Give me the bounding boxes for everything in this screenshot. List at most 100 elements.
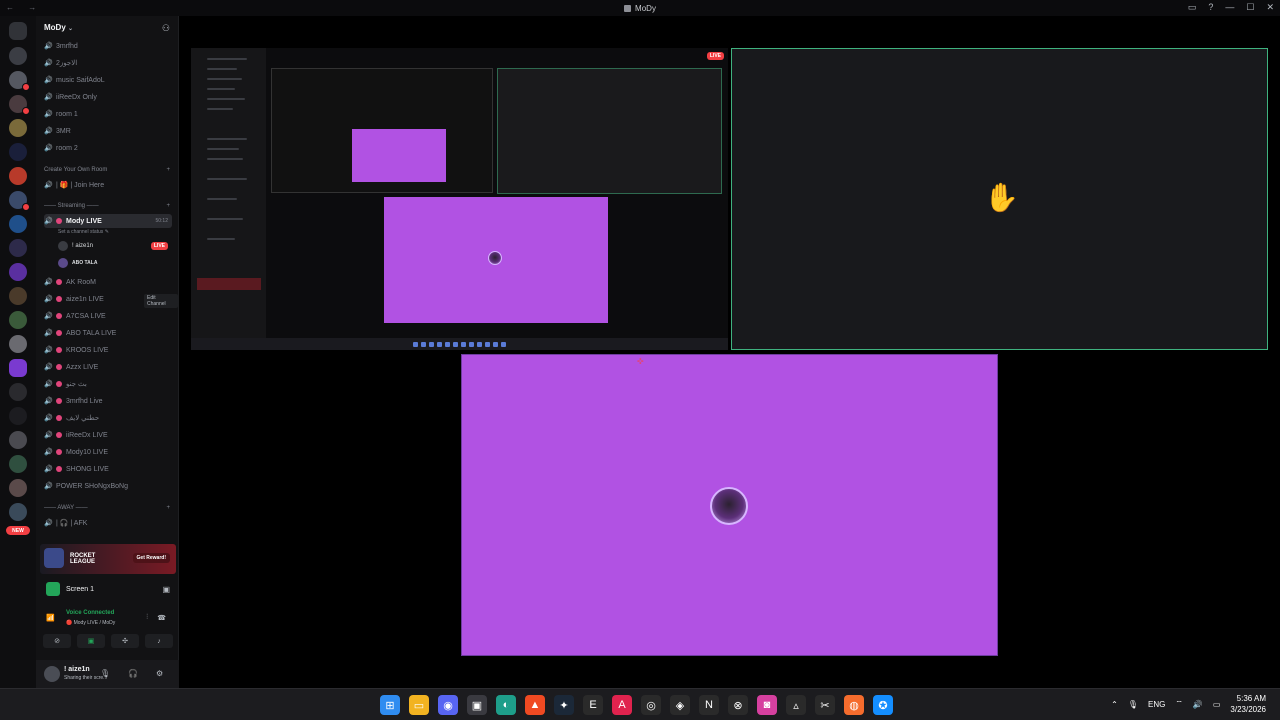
volume-icon[interactable]: 🔊: [1193, 700, 1203, 709]
voice-channel[interactable]: 🔊 iiReeDx LIVE: [44, 428, 172, 442]
disconnect-icon[interactable]: ☎: [157, 614, 166, 622]
adobe-app-icon[interactable]: A: [612, 695, 632, 715]
server-icon[interactable]: [9, 311, 27, 329]
server-icon[interactable]: [9, 503, 27, 521]
signal-icon[interactable]: 📶: [46, 614, 55, 622]
origin-icon[interactable]: ◍: [844, 695, 864, 715]
voice-channel[interactable]: 🔊 POWER SHoNgxBoNg: [44, 479, 172, 493]
notion-icon[interactable]: N: [699, 695, 719, 715]
add-channel-icon[interactable]: +: [166, 203, 170, 209]
discord-home-icon[interactable]: [9, 22, 27, 40]
invite-people-icon[interactable]: ⚇: [162, 23, 170, 34]
voice-channel[interactable]: 🔊 KROOS LIVE: [44, 343, 172, 357]
voice-channel[interactable]: 🔊 iiReeDx Only: [44, 90, 172, 104]
server-icon[interactable]: [9, 47, 27, 65]
screen-share-button[interactable]: ▣: [77, 634, 105, 648]
server-icon[interactable]: [9, 359, 27, 377]
nav-arrows[interactable]: ← →: [6, 3, 42, 12]
voice-channel[interactable]: 🔊 room 2: [44, 141, 172, 155]
participant-tile[interactable]: ✜: [461, 354, 998, 656]
add-channel-icon[interactable]: +: [166, 505, 170, 511]
wifi-icon[interactable]: ⌔: [1175, 699, 1183, 709]
voice-channel[interactable]: 🔊 بث جنو: [44, 377, 172, 391]
obs-icon[interactable]: ◎: [641, 695, 661, 715]
server-icon[interactable]: [9, 383, 27, 401]
store-icon[interactable]: ▣: [467, 695, 487, 715]
server-icon[interactable]: [9, 263, 27, 281]
channel-status[interactable]: Set a channel status ✎: [58, 229, 109, 235]
windows-start-icon[interactable]: ⊞: [380, 695, 400, 715]
server-icon[interactable]: [9, 455, 27, 473]
screen-share-tile[interactable]: LIVE: [191, 48, 728, 350]
capcut-icon[interactable]: ✂: [815, 695, 835, 715]
server-icon[interactable]: [9, 431, 27, 449]
clock[interactable]: 5:36 AM 3/23/2026: [1230, 693, 1266, 715]
voice-channel[interactable]: 🔊 | 🎧 | AFK: [44, 516, 172, 530]
avatar[interactable]: [44, 666, 60, 682]
voice-channel[interactable]: 🔊 | 🎁 | Join Here: [44, 178, 172, 192]
server-icon[interactable]: [9, 119, 27, 137]
voice-connected-label[interactable]: Voice Connected: [66, 610, 114, 616]
activities-button[interactable]: ✣: [111, 634, 139, 648]
voice-member[interactable]: ! aize1n LIVE: [58, 239, 170, 253]
voice-channel[interactable]: 🔊 Mody10 LIVE: [44, 445, 172, 459]
server-icon[interactable]: [9, 167, 27, 185]
file-explorer-icon[interactable]: ▭: [409, 695, 429, 715]
voice-channel[interactable]: 🔊 ABO TALA LIVE: [44, 326, 172, 340]
language-indicator[interactable]: ENG: [1148, 700, 1165, 709]
steam-icon[interactable]: ✦: [554, 695, 574, 715]
inbox-icon[interactable]: ▭: [1188, 2, 1197, 13]
server-icon[interactable]: [9, 407, 27, 425]
server-icon[interactable]: [9, 95, 30, 115]
server-name[interactable]: MoDy ⌄: [44, 23, 73, 32]
category-header[interactable]: Create Your Own Room +: [44, 167, 172, 173]
active-voice-channel[interactable]: 🔊 Mody LIVE 50:12: [44, 214, 172, 228]
server-icon[interactable]: [9, 215, 27, 233]
battery-icon[interactable]: ▭: [1213, 700, 1221, 709]
server-icon[interactable]: [9, 335, 27, 353]
get-reward-button[interactable]: Get Reward!: [132, 553, 170, 563]
voice-channel[interactable]: 🔊 room 1: [44, 107, 172, 121]
voice-channel[interactable]: 🔊 3MR: [44, 124, 172, 138]
voice-member[interactable]: ABO TALA: [58, 256, 170, 270]
voice-channel[interactable]: 🔊 الاجوز2: [44, 56, 172, 70]
voice-channel[interactable]: 🔊 AK RooM: [44, 275, 172, 289]
add-channel-icon[interactable]: +: [166, 167, 170, 173]
server-icon[interactable]: [9, 191, 30, 211]
soundboard-button[interactable]: ♪: [145, 634, 173, 648]
noise-suppression-icon[interactable]: ⫶: [146, 614, 148, 622]
promo-banner[interactable]: ROCKET LEAGUE Get Reward!: [40, 544, 176, 574]
discord-icon[interactable]: ◉: [438, 695, 458, 715]
server-icon[interactable]: [9, 287, 27, 305]
maximize-button[interactable]: ☐: [1246, 2, 1254, 13]
voice-channel[interactable]: 🔊 حطني لايف: [44, 411, 172, 425]
server-icon[interactable]: [9, 479, 27, 497]
brave-icon[interactable]: ▲: [525, 695, 545, 715]
overwatch-icon[interactable]: ◈: [670, 695, 690, 715]
battle-net-icon[interactable]: ✪: [873, 695, 893, 715]
server-icon[interactable]: [9, 71, 30, 91]
user-name[interactable]: ! aize1n: [64, 666, 90, 673]
settings-gear-icon[interactable]: ⚙: [156, 669, 163, 678]
arc-app-icon[interactable]: ▵: [786, 695, 806, 715]
epic-games-icon[interactable]: E: [583, 695, 603, 715]
category-header[interactable]: —— Streaming —— +: [44, 203, 172, 209]
server-icon[interactable]: [9, 239, 27, 257]
voice-channel[interactable]: 🔊 A7CSA LIVE: [44, 309, 172, 323]
headphones-icon[interactable]: 🎧: [128, 669, 138, 678]
edge-icon[interactable]: ◐: [496, 695, 516, 715]
voice-channel[interactable]: 🔊 SHONG LIVE: [44, 462, 172, 476]
stop-stream-icon[interactable]: ▣: [162, 585, 170, 594]
stream-panel[interactable]: Screen 1 ▣: [40, 580, 176, 598]
microphone-icon[interactable]: 🎙: [100, 669, 110, 678]
help-icon[interactable]: ?: [1208, 2, 1213, 13]
chevron-up-icon[interactable]: ⌃: [1111, 700, 1118, 709]
voice-channel[interactable]: 🔊 music SaifAdoL: [44, 73, 172, 87]
voice-channel[interactable]: 🔊 3mrfhd: [44, 39, 172, 53]
close-button[interactable]: ✕: [1266, 2, 1274, 13]
minimize-button[interactable]: —: [1225, 2, 1234, 13]
microphone-icon[interactable]: 🎙: [1128, 700, 1138, 709]
xbox-icon[interactable]: ⊗: [728, 695, 748, 715]
instagram-icon[interactable]: ◙: [757, 695, 777, 715]
voice-channel[interactable]: 🔊 3mrfhd Live: [44, 394, 172, 408]
